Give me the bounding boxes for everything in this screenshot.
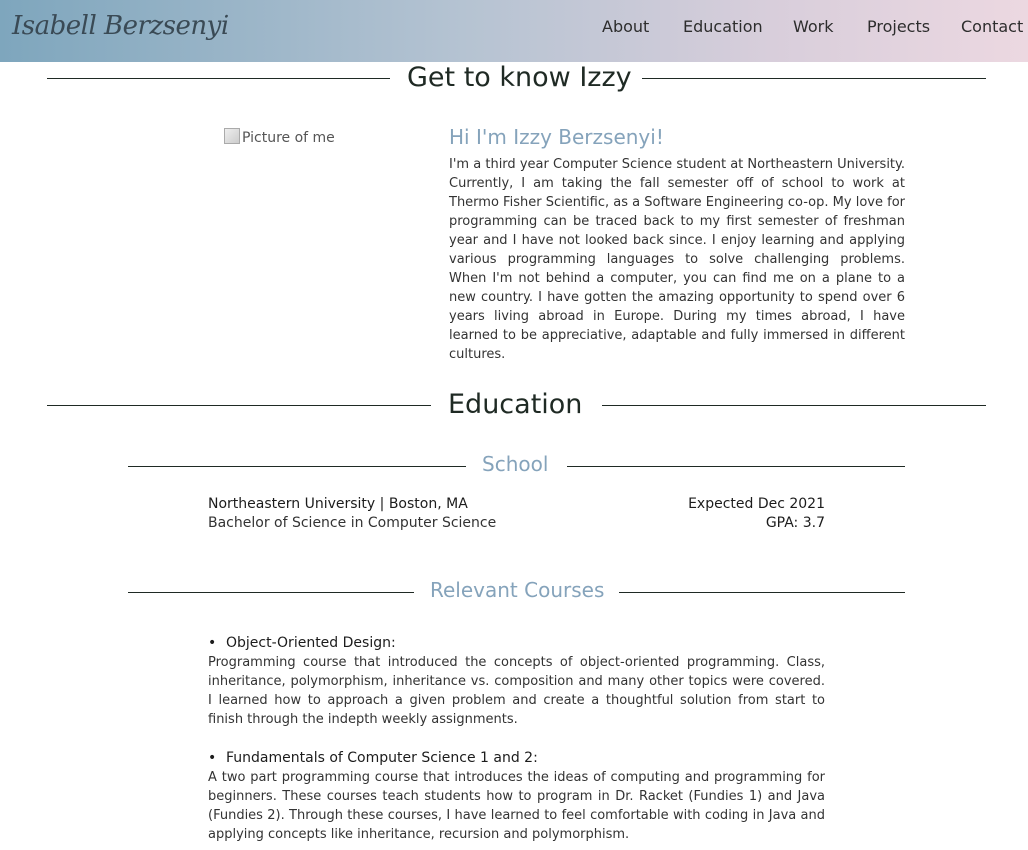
divider-line <box>567 466 905 467</box>
divider-line <box>602 405 986 406</box>
nav-links: About Education Work Projects Contact <box>0 17 1028 37</box>
greeting-title: Hi I'm Izzy Berzsenyi! <box>449 125 664 149</box>
nav-link-education[interactable]: Education <box>683 17 763 36</box>
nav-link-work[interactable]: Work <box>793 17 834 36</box>
divider-line <box>619 592 905 593</box>
divider-line <box>47 78 390 79</box>
divider-line <box>47 405 431 406</box>
profile-image: Picture of me <box>224 128 335 146</box>
about-heading: Get to know Izzy <box>0 62 1028 98</box>
school-meta: Expected Dec 2021 GPA: 3.7 <box>688 495 825 533</box>
education-heading: Education <box>0 389 1028 425</box>
divider-line <box>642 78 986 79</box>
about-heading-text: Get to know Izzy <box>407 62 632 93</box>
nav-link-about[interactable]: About <box>602 17 649 36</box>
school-info: Northeastern University | Boston, MA Bac… <box>208 495 825 535</box>
course-description: A two part programming course that intro… <box>208 770 825 842</box>
course-description: Programming course that introduced the c… <box>208 655 825 727</box>
course-item: Object-Oriented Design: Programming cour… <box>208 634 825 729</box>
school-name: Northeastern University | Boston, MA <box>208 496 468 512</box>
divider-line <box>128 592 414 593</box>
school-degree: Bachelor of Science in Computer Science <box>208 515 497 531</box>
course-title: Fundamentals of Computer Science 1 and 2… <box>208 749 825 768</box>
divider-line <box>128 466 466 467</box>
school-heading-text: School <box>482 452 549 476</box>
school-details: Northeastern University | Boston, MA Bac… <box>208 495 496 533</box>
intro-paragraph: I'm a third year Computer Science studen… <box>449 157 905 362</box>
school-gpa: GPA: 3.7 <box>765 515 825 531</box>
course-title: Object-Oriented Design: <box>208 634 825 653</box>
nav-link-contact[interactable]: Contact <box>961 17 1023 36</box>
courses-heading: Relevant Courses <box>0 578 1028 606</box>
navbar: Isabell Berzsenyi About Education Work P… <box>0 0 1028 62</box>
school-date: Expected Dec 2021 <box>688 496 825 512</box>
course-item: Fundamentals of Computer Science 1 and 2… <box>208 749 825 844</box>
nav-link-projects[interactable]: Projects <box>867 17 930 36</box>
courses-heading-text: Relevant Courses <box>430 578 605 602</box>
school-heading: School <box>0 452 1028 480</box>
education-heading-text: Education <box>448 389 583 420</box>
